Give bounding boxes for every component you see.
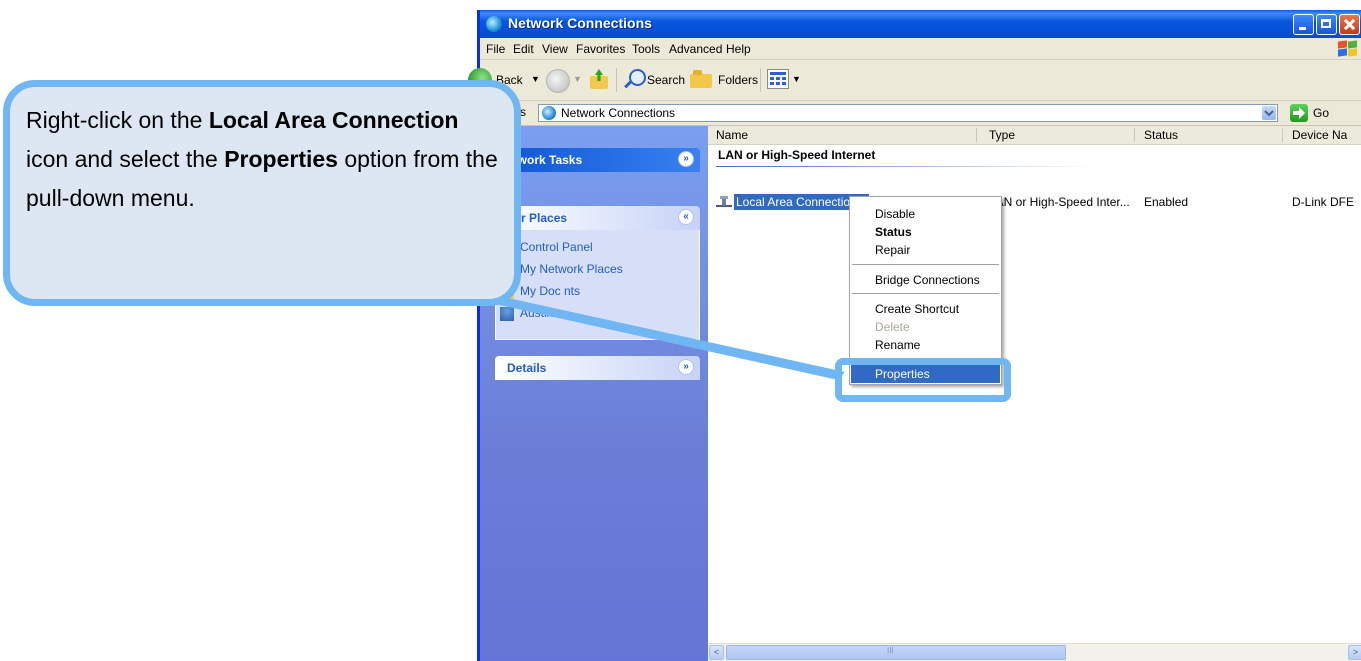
properties-highlight xyxy=(835,358,1011,402)
instruction-part: Right-click on the xyxy=(26,107,209,133)
instruction-text: Right-click on the Local Area Connection… xyxy=(26,101,506,218)
instruction-part: icon and select the xyxy=(26,146,225,172)
instruction-emphasis: Local Area Connection xyxy=(208,107,459,133)
instruction-emphasis: Properties xyxy=(224,146,338,172)
instruction-callout: Right-click on the Local Area Connection… xyxy=(3,80,521,306)
